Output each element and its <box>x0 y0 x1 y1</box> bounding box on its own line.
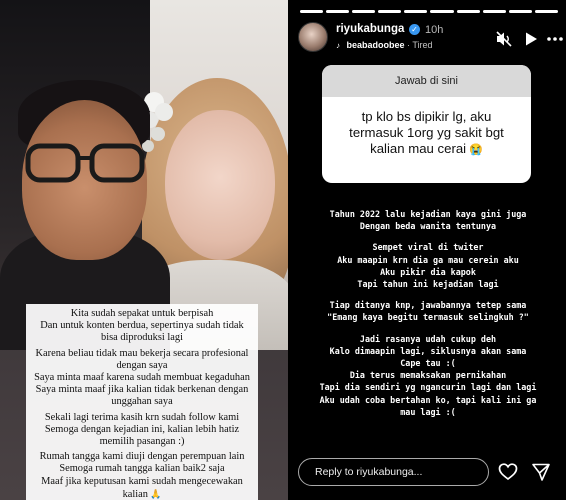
progress-segment <box>378 10 402 13</box>
caption-line: Karena beliau tidak mau bekerja secara p… <box>35 347 249 359</box>
caption-line: Semoga dengan kejadian ini, kalian lebih… <box>44 423 240 435</box>
caption-line: Dan untuk konten berdua, sepertinya suda… <box>40 320 244 332</box>
story-text-line: Dengan beda wanita tentunya <box>359 221 497 232</box>
caption-line: dengan saya <box>116 359 168 371</box>
music-note-icon: ♪ <box>336 41 340 50</box>
progress-segment <box>534 10 558 13</box>
story-text-line: mau lagi :( <box>400 406 456 417</box>
music-artist: beabadoobee <box>346 40 405 50</box>
story-text-line: Kalo dimaapin lagi, siklusnya akan sama <box>329 345 527 356</box>
caption-line: Maaf jika keputusan kami sudah mengecewa… <box>41 475 243 487</box>
question-answer: tp klo bs dipikir lg, aku termasuk 1org y… <box>322 97 531 158</box>
music-attribution[interactable]: ♪ beabadoobee · Tired <box>336 40 433 50</box>
story-text-line: "Emang kaya begitu termasuk selingkuh ?" <box>327 312 529 323</box>
avatar[interactable] <box>298 22 328 52</box>
caption-box: Kita sudah sepakat untuk berpisah Dan unt… <box>26 304 258 500</box>
reply-input[interactable]: Reply to riyukabunga... <box>298 458 489 486</box>
story-text-line: Cape tau :( <box>400 358 456 369</box>
left-photo-panel: Kita sudah sepakat untuk berpisah Dan unt… <box>0 0 288 500</box>
send-icon[interactable] <box>531 462 551 482</box>
story-text-line: Tiap ditanya knp, jawabannya tetep sama <box>329 300 527 311</box>
story-text-block: Tahun 2022 lalu kejadian kaya gini juga D… <box>290 208 566 418</box>
story-text-line: Tahun 2022 lalu kejadian kaya gini juga <box>329 209 527 219</box>
crying-face-icon: 😭 <box>466 144 483 156</box>
question-sticker[interactable]: Jawab di sini tp klo bs dipikir lg, aku t… <box>322 65 531 183</box>
story-text-line: Tapi tahun ini kejadian lagi <box>357 279 499 290</box>
story-text-line: Aku maapin krn dia ga mau cerein aku <box>337 254 519 265</box>
praying-hands-icon: 🙏 <box>147 488 162 499</box>
caption-line: Kita sudah sepakat untuk berpisah <box>70 308 214 319</box>
story-viewer: riyukabunga ✓ 10h ♪ beabadoobee · Tired … <box>290 0 566 500</box>
question-header: Jawab di sini <box>322 65 531 97</box>
story-text-line: Sempet viral di twiter <box>372 242 484 253</box>
story-text-line: Dia terus memaksakan pernikahan <box>349 370 507 381</box>
caption-line: Semoga rumah tangga kalian baik2 saja <box>59 463 225 475</box>
progress-segment <box>482 10 506 13</box>
caption-line: unggahan saya <box>111 396 173 408</box>
progress-segment <box>404 10 428 13</box>
caption-line: Saya minta maaf karena sudah membuat keg… <box>34 372 250 384</box>
story-text-line: Jadi rasanya udah cukup deh <box>359 333 497 344</box>
caption-line: Rumah tangga kami diuji dengan perempuan… <box>39 451 245 463</box>
caption-line: bisa diproduksi lagi <box>101 332 183 344</box>
story-text-line: Aku udah coba bertahan ko, tapi kali ini… <box>319 394 537 405</box>
heart-icon[interactable] <box>498 462 518 482</box>
progress-segment <box>352 10 376 13</box>
username[interactable]: riyukabunga <box>336 23 404 35</box>
caption-line: memilih pasangan :) <box>99 436 185 448</box>
woman-face <box>165 110 275 260</box>
glasses-icon <box>25 143 145 183</box>
story-progress-bar <box>300 10 558 13</box>
progress-segment <box>300 10 324 13</box>
caption-line: Saya minta maaf jika kalian tidak berken… <box>35 384 249 396</box>
answer-line: tp klo bs dipikir lg, aku <box>361 109 492 124</box>
progress-segment <box>326 10 350 13</box>
story-text-line: Aku pikir dia kapok <box>380 266 476 277</box>
story-header: riyukabunga ✓ 10h ♪ beabadoobee · Tired <box>298 20 563 56</box>
answer-line: kalian mau cerai 😭 <box>370 141 483 156</box>
timestamp: 10h <box>425 24 444 36</box>
more-dots-icon[interactable] <box>546 30 564 48</box>
verified-badge-icon: ✓ <box>409 24 420 35</box>
music-track: Tired <box>412 40 433 50</box>
speaker-muted-icon[interactable] <box>495 30 513 48</box>
progress-segment <box>456 10 480 13</box>
caption-line: kalian 🙏 <box>122 488 162 500</box>
play-icon[interactable] <box>522 30 540 48</box>
story-text-line: Tapi dia sendiri yg ngancurin lagi dan l… <box>319 382 537 393</box>
progress-segment <box>508 10 532 13</box>
caption-line: Sekali lagi terima kasih krn sudah follo… <box>44 411 240 423</box>
progress-segment <box>430 10 454 13</box>
answer-line: termasuk 1org yg sakit bgt <box>349 125 504 140</box>
